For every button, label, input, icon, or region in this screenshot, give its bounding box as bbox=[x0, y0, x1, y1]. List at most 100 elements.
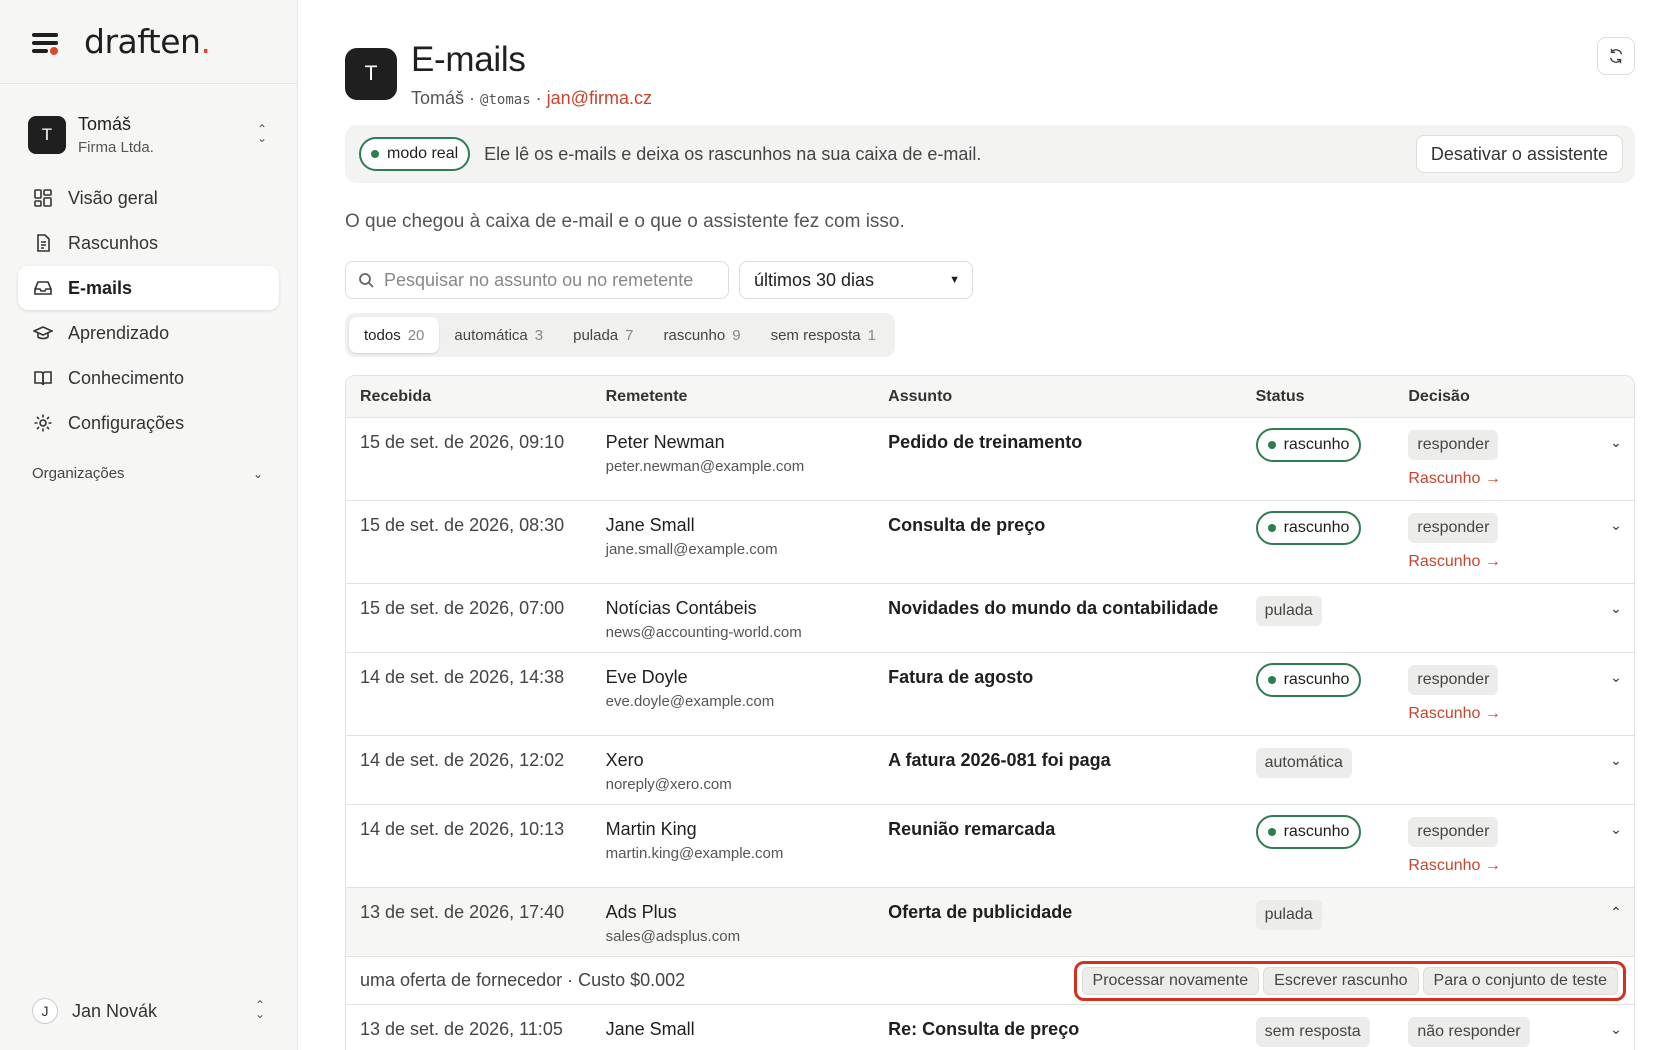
period-select[interactable]: últimos 30 dias ▼ bbox=[739, 261, 973, 299]
sidebar-item-emails[interactable]: E-mails bbox=[18, 266, 279, 310]
received-date: 14 de set. de 2026, 10:13 bbox=[360, 819, 565, 839]
account-switcher[interactable]: T Tomáš Firma Ltda. ⌃ ⌄ bbox=[0, 84, 297, 176]
table-row[interactable]: 14 de set. de 2026, 14:38 Eve Doyle eve.d… bbox=[346, 653, 1634, 736]
received-date: 15 de set. de 2026, 09:10 bbox=[360, 432, 565, 452]
tab-skipped[interactable]: pulada 7 bbox=[558, 317, 648, 353]
sidebar: draften. T Tomáš Firma Ltda. ⌃ ⌄ Visão ge… bbox=[0, 0, 298, 1050]
period-value: últimos 30 dias bbox=[754, 269, 875, 290]
refresh-button[interactable] bbox=[1597, 37, 1635, 75]
sidebar-item-drafts[interactable]: Rascunhos bbox=[18, 221, 279, 265]
user-name: Jan Novák bbox=[72, 1000, 158, 1021]
document-icon bbox=[32, 232, 54, 254]
sender-name: Jane Small bbox=[605, 515, 695, 535]
received-date: 13 de set. de 2026, 17:40 bbox=[360, 902, 565, 922]
gear-icon bbox=[32, 412, 54, 434]
table-row[interactable]: 13 de set. de 2026, 11:05 Jane Small Re:… bbox=[346, 1005, 1634, 1050]
account-avatar: T bbox=[28, 116, 66, 154]
add-to-test-set-button[interactable]: Para o conjunto de teste bbox=[1422, 966, 1618, 995]
tab-draft[interactable]: rascunho 9 bbox=[649, 317, 756, 353]
sender-name: Eve Doyle bbox=[605, 667, 688, 687]
owner-handle: @tomas bbox=[480, 92, 531, 108]
menu-icon[interactable] bbox=[32, 31, 60, 55]
decision-badge: responder bbox=[1408, 665, 1499, 695]
reprocess-button[interactable]: Processar novamente bbox=[1081, 966, 1260, 995]
tab-all[interactable]: todos 20 bbox=[349, 317, 440, 353]
table-header: Recebida Remetente Assunto Status Decisã… bbox=[346, 376, 1634, 418]
table-row[interactable]: 15 de set. de 2026, 07:00 Notícias Contá… bbox=[346, 584, 1634, 653]
sidebar-item-learning[interactable]: Aprendizado bbox=[18, 311, 279, 355]
sender-name: Notícias Contábeis bbox=[605, 598, 757, 618]
column-subject[interactable]: Assunto bbox=[888, 388, 1255, 406]
organizations-label: Organizações bbox=[32, 465, 125, 482]
tab-no-reply[interactable]: sem resposta 1 bbox=[756, 317, 891, 353]
chevron-down-icon[interactable]: ⌄ bbox=[1598, 598, 1634, 652]
search-input[interactable] bbox=[384, 269, 714, 291]
draft-link[interactable]: Rascunho → bbox=[1408, 470, 1598, 488]
user-avatar: J bbox=[32, 998, 58, 1024]
mode-banner: modo real Ele lê os e-mails e deixa os r… bbox=[345, 125, 1635, 183]
email-subject: A fatura 2026-081 foi paga bbox=[888, 750, 1111, 770]
chevron-down-icon[interactable]: ⌄ bbox=[1598, 667, 1634, 735]
table-row[interactable]: 14 de set. de 2026, 10:13 Martin King mar… bbox=[346, 805, 1634, 888]
decision-badge: responder bbox=[1408, 817, 1499, 847]
email-subject: Novidades do mundo da contabilidade bbox=[888, 598, 1219, 618]
table-row[interactable]: 15 de set. de 2026, 09:10 Peter Newman pe… bbox=[346, 418, 1634, 501]
chevron-down-icon[interactable]: ⌄ bbox=[1598, 432, 1634, 500]
sidebar-item-knowledge[interactable]: Conhecimento bbox=[18, 356, 279, 400]
refresh-icon bbox=[1609, 48, 1623, 64]
status-tabs: todos 20 automática 3 pulada 7 rascunho 9 se… bbox=[345, 313, 895, 357]
table-row[interactable]: 14 de set. de 2026, 12:02 Xero noreply@xe… bbox=[346, 736, 1634, 805]
chevron-down-icon[interactable]: ⌄ bbox=[1598, 819, 1634, 887]
account-org: Firma Ltda. bbox=[78, 139, 154, 156]
chevron-down-icon[interactable]: ⌄ bbox=[1598, 515, 1634, 583]
page-header: T E-mails Tomáš · @tomas · jan@firma.cz bbox=[345, 37, 1635, 109]
status-badge: pulada bbox=[1255, 900, 1322, 930]
chevron-down-icon: ⌄ bbox=[252, 466, 263, 481]
chevron-up-icon[interactable]: ⌃ bbox=[1598, 902, 1634, 956]
received-date: 15 de set. de 2026, 07:00 bbox=[360, 598, 565, 618]
logo[interactable]: draften. bbox=[84, 22, 211, 61]
email-subject: Consulta de preço bbox=[888, 515, 1046, 535]
sender-name: Martin King bbox=[605, 819, 697, 839]
chevron-down-icon[interactable]: ⌄ bbox=[1598, 1019, 1634, 1050]
mailbox-email-link[interactable]: jan@firma.cz bbox=[547, 88, 652, 108]
sidebar-item-label: Configurações bbox=[68, 412, 185, 433]
status-badge: rascunho bbox=[1255, 511, 1362, 545]
sender-email: eve.doyle@example.com bbox=[605, 693, 775, 710]
draft-link[interactable]: Rascunho → bbox=[1408, 705, 1598, 723]
column-sender[interactable]: Remetente bbox=[606, 388, 889, 406]
sidebar-item-overview[interactable]: Visão geral bbox=[18, 176, 279, 220]
status-badge: pulada bbox=[1255, 596, 1322, 626]
column-decision[interactable]: Decisão bbox=[1408, 388, 1598, 406]
sidebar-item-settings[interactable]: Configurações bbox=[18, 401, 279, 445]
graduation-cap-icon bbox=[32, 322, 54, 344]
column-status[interactable]: Status bbox=[1256, 388, 1409, 406]
status-badge: automática bbox=[1255, 748, 1352, 778]
sender-name: Xero bbox=[605, 750, 644, 770]
column-received[interactable]: Recebida bbox=[346, 388, 606, 406]
organizations-toggle[interactable]: Organizações ⌄ bbox=[0, 465, 297, 482]
brand-bar: draften. bbox=[0, 0, 297, 84]
write-draft-button[interactable]: Escrever rascunho bbox=[1263, 966, 1419, 995]
dashboard-icon bbox=[32, 187, 54, 209]
owner-name: Tomáš bbox=[411, 88, 465, 108]
decision-badge: responder bbox=[1408, 513, 1499, 543]
account-name: Tomáš bbox=[78, 114, 132, 134]
emails-table: Recebida Remetente Assunto Status Decisã… bbox=[345, 375, 1635, 1050]
draft-link[interactable]: Rascunho → bbox=[1408, 857, 1598, 875]
chevron-down-icon[interactable]: ⌄ bbox=[1598, 750, 1634, 804]
sender-email: noreply@xero.com bbox=[605, 776, 732, 793]
tab-automatic[interactable]: automática 3 bbox=[439, 317, 558, 353]
draft-link[interactable]: Rascunho → bbox=[1408, 553, 1598, 571]
email-detail: uma oferta de fornecedor · Custo $0.002 … bbox=[346, 957, 1634, 1005]
user-menu[interactable]: J Jan Novák ⌃ ⌄ bbox=[32, 998, 267, 1024]
sidebar-item-label: Rascunhos bbox=[68, 232, 159, 253]
status-badge: rascunho bbox=[1255, 428, 1362, 462]
received-date: 14 de set. de 2026, 12:02 bbox=[360, 750, 565, 770]
detail-actions: Processar novamente Escrever rascunho Pa… bbox=[1073, 960, 1626, 1001]
deactivate-assistant-button[interactable]: Desativar o assistente bbox=[1415, 135, 1623, 173]
table-row[interactable]: 15 de set. de 2026, 08:30 Jane Small jane… bbox=[346, 501, 1634, 584]
decision-badge: responder bbox=[1408, 430, 1499, 460]
sidebar-item-label: Visão geral bbox=[68, 187, 158, 208]
table-row[interactable]: 13 de set. de 2026, 17:40 Ads Plus sales@… bbox=[346, 888, 1634, 957]
